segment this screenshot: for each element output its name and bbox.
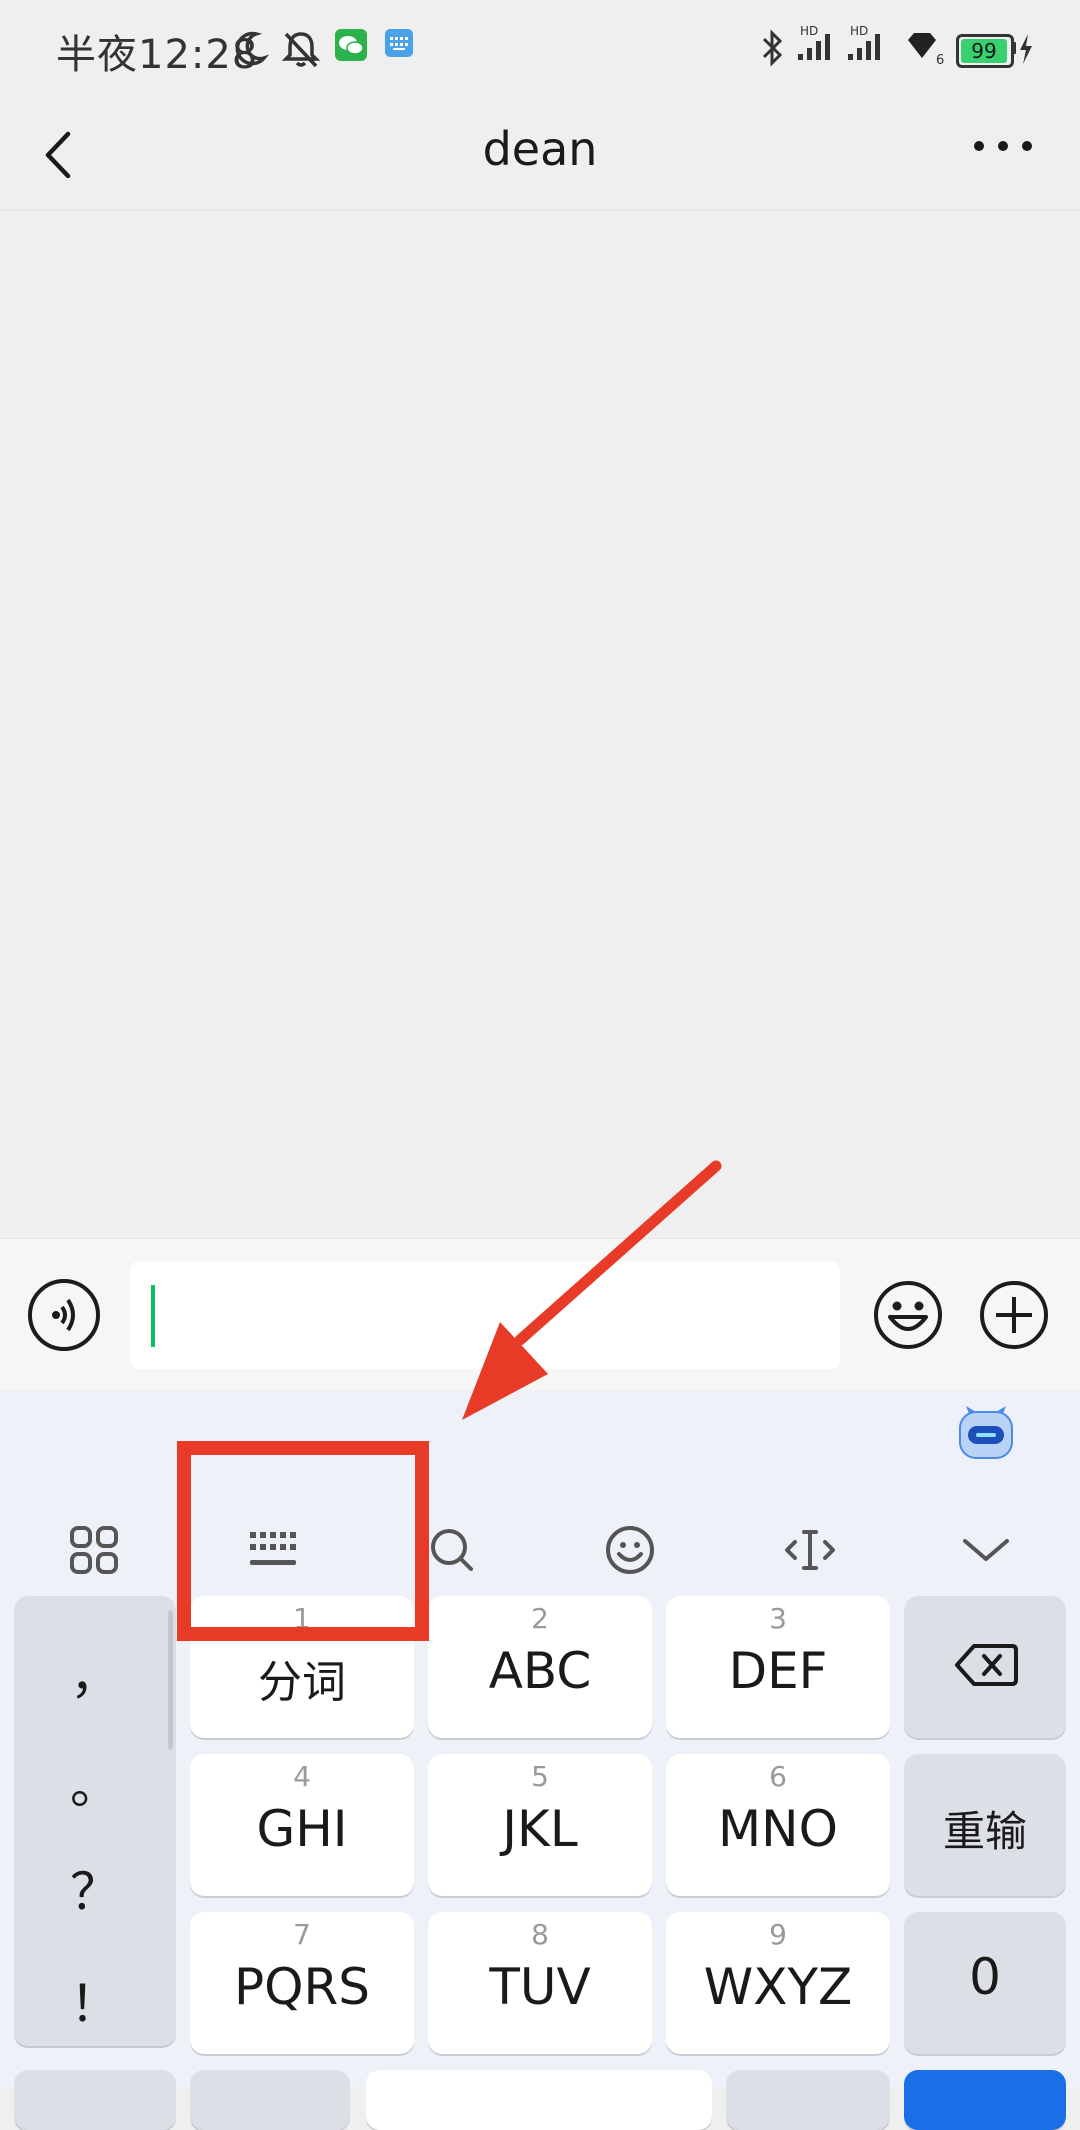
grid-icon bbox=[70, 1526, 118, 1574]
toolbar-grid-button[interactable] bbox=[44, 1500, 144, 1600]
punctuation-column: ， 。 ？ ！ bbox=[14, 1596, 176, 2046]
robot-assistant-icon bbox=[959, 1406, 1013, 1459]
svg-text:6: 6 bbox=[936, 53, 944, 68]
key-7[interactable]: 7 PQRS bbox=[190, 1912, 414, 2054]
voice-button[interactable] bbox=[28, 1279, 100, 1351]
punct-comma-key[interactable]: ， bbox=[14, 1636, 176, 1708]
search-icon bbox=[431, 1529, 473, 1571]
keyboard-app-icon bbox=[385, 29, 413, 57]
bell-muted-icon bbox=[281, 32, 321, 68]
switch-key[interactable] bbox=[726, 2070, 890, 2130]
voice-icon bbox=[52, 1298, 75, 1332]
input-bar bbox=[0, 1238, 1080, 1391]
key-6[interactable]: 6 MNO bbox=[666, 1754, 890, 1896]
more-dots-icon bbox=[974, 141, 1032, 151]
key-9[interactable]: 9 WXYZ bbox=[666, 1912, 890, 2054]
collapse-chevron-icon bbox=[963, 1539, 1009, 1561]
text-caret bbox=[151, 1285, 155, 1347]
toolbar-emoji-button[interactable] bbox=[580, 1500, 680, 1600]
emoji-icon bbox=[606, 1526, 654, 1574]
bluetooth-icon bbox=[762, 29, 783, 67]
toolbar-cursor-button[interactable] bbox=[760, 1500, 860, 1600]
battery-level: 99 bbox=[961, 39, 1007, 63]
punct-period-key[interactable]: 。 bbox=[14, 1746, 176, 1818]
punctuation-scrollbar[interactable] bbox=[168, 1610, 173, 1750]
wechat-icon bbox=[335, 29, 367, 61]
backspace-key[interactable] bbox=[904, 1596, 1066, 1738]
symbol-key[interactable] bbox=[14, 2070, 176, 2130]
charging-icon bbox=[1020, 34, 1032, 64]
emoji-button[interactable] bbox=[872, 1279, 944, 1351]
cursor-move-icon bbox=[785, 1530, 835, 1570]
key-3[interactable]: 3 DEF bbox=[666, 1596, 890, 1738]
plus-button[interactable] bbox=[978, 1279, 1050, 1351]
chat-title: dean bbox=[482, 122, 598, 176]
annotation-highlight-box bbox=[177, 1441, 429, 1641]
plus-icon bbox=[980, 1281, 1048, 1349]
key-4[interactable]: 4 GHI bbox=[190, 1754, 414, 1896]
key-2[interactable]: 2 ABC bbox=[428, 1596, 652, 1738]
more-button[interactable] bbox=[964, 122, 1044, 182]
backspace-icon bbox=[955, 1644, 1018, 1686]
moon-icon bbox=[235, 31, 270, 66]
svg-text:HD: HD bbox=[800, 24, 818, 38]
reenter-key[interactable]: 重输 bbox=[904, 1754, 1066, 1896]
toolbar-collapse-button[interactable] bbox=[936, 1500, 1036, 1600]
key-5[interactable]: 5 JKL bbox=[428, 1754, 652, 1896]
keyboard-toolbar bbox=[0, 1500, 1080, 1600]
key-0[interactable]: 0 bbox=[904, 1912, 1066, 2054]
status-bar: 半夜12:28 HD HD 6 99 bbox=[0, 0, 1080, 100]
message-list[interactable] bbox=[0, 211, 1080, 1237]
battery-icon: 99 bbox=[956, 34, 1014, 68]
language-key[interactable] bbox=[190, 2070, 350, 2130]
chat-header: dean bbox=[0, 100, 1080, 211]
punct-exclaim-key[interactable]: ！ bbox=[14, 1964, 176, 2036]
space-key[interactable] bbox=[366, 2070, 712, 2130]
assistant-button[interactable] bbox=[956, 1404, 1016, 1462]
key-8[interactable]: 8 TUV bbox=[428, 1912, 652, 2054]
emoji-icon bbox=[874, 1281, 942, 1349]
punct-question-key[interactable]: ？ bbox=[14, 1852, 176, 1924]
hotspot-icon: 6 bbox=[908, 33, 944, 68]
signal-icon: HD bbox=[798, 24, 830, 60]
send-key[interactable] bbox=[904, 2070, 1066, 2130]
message-input[interactable] bbox=[130, 1261, 840, 1369]
signal-icon: HD bbox=[848, 24, 880, 60]
status-time: 半夜12:28 bbox=[56, 32, 259, 78]
battery-nub bbox=[1011, 42, 1016, 54]
svg-text:HD: HD bbox=[850, 24, 868, 38]
ime-keyboard: ， 。 ？ ！ 1 分词 2 ABC 3 DEF 4 GHI 5 JKL 6 M… bbox=[0, 1390, 1080, 2130]
